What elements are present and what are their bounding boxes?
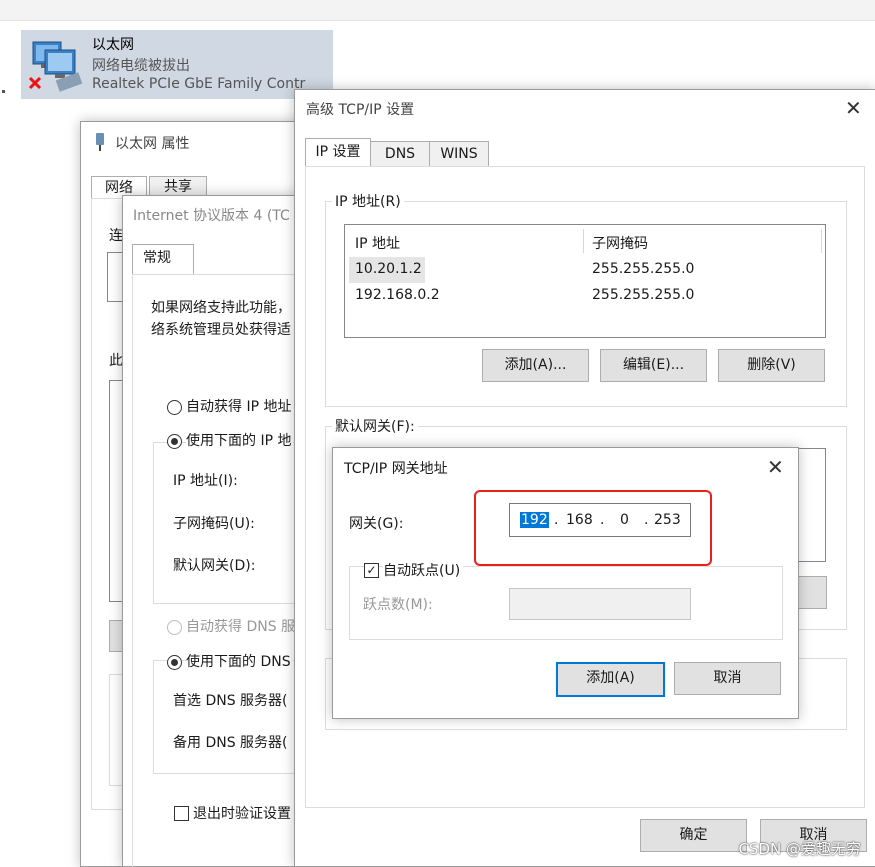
default-gateway-group-label: 默认网关(F): — [332, 416, 418, 436]
validate-on-exit-label: 退出时验证设置 — [193, 806, 291, 822]
ok-button[interactable]: 确定 — [640, 819, 747, 852]
delete-ip-button[interactable]: 删除(V) — [718, 349, 825, 382]
this-connection-label: 此 — [109, 353, 123, 369]
highlight-box — [474, 490, 712, 566]
ipv4-window-title: Internet 协议版本 4 (TC — [133, 208, 290, 224]
ipv4-properties-window: Internet 协议版本 4 (TC 常规 如果网络支持此功能， 络系统管理员… — [122, 195, 314, 867]
ipv4-desc-line2: 络系统管理员处获得适 — [151, 322, 291, 338]
use-ip-label: 使用下面的 IP 地 — [186, 430, 294, 450]
column-divider — [583, 229, 584, 253]
use-dns-label: 使用下面的 DNS — [186, 651, 293, 671]
alternate-dns-label: 备用 DNS 服务器( — [173, 735, 288, 751]
gateway-label: 网关(G): — [349, 516, 404, 532]
tab-ip-settings[interactable]: IP 设置 — [305, 138, 371, 167]
validate-on-exit-checkbox[interactable] — [174, 806, 189, 821]
top-bar — [0, 0, 875, 21]
tab-sharing[interactable]: 共享 — [149, 176, 207, 197]
network-adapter-tile[interactable]: 以太网 网络电缆被拔出 Realtek PCIe GbE Family Cont… — [21, 30, 333, 99]
column-header-ip[interactable]: IP 地址 — [355, 233, 400, 253]
row-mask: 255.255.255.0 — [592, 287, 695, 303]
ip-address-group-label: IP 地址(R) — [332, 191, 404, 211]
dns-group — [153, 660, 314, 774]
column-header-mask[interactable]: 子网掩码 — [592, 233, 648, 253]
add-ip-button[interactable]: 添加(A)... — [482, 349, 589, 382]
advanced-window-title: 高级 TCP/IP 设置 — [306, 102, 415, 118]
preferred-dns-label: 首选 DNS 服务器( — [173, 693, 288, 709]
network-properties-icon — [96, 133, 104, 151]
metric-input[interactable] — [509, 588, 691, 620]
tab-general[interactable]: 常规 — [132, 244, 194, 274]
auto-ip-radio[interactable] — [167, 400, 182, 415]
gateway-add-button[interactable]: 添加(A) — [556, 662, 665, 697]
gateway-dialog-title: TCP/IP 网关地址 — [344, 461, 448, 477]
close-icon[interactable]: ✕ — [767, 457, 784, 477]
tab-dns[interactable]: DNS — [370, 141, 430, 167]
gateway-address-dialog: TCP/IP 网关地址 ✕ 网关(G): 192 . 168 . 0 . 253… — [332, 447, 799, 719]
default-gateway-label: 默认网关(D): — [173, 558, 256, 574]
ip-address-label: IP 地址(I): — [173, 473, 238, 489]
subnet-mask-label: 子网掩码(U): — [173, 516, 255, 532]
auto-dns-label: 自动获得 DNS 服 — [186, 619, 296, 635]
column-divider — [821, 229, 822, 253]
edit-ip-button[interactable]: 编辑(E)... — [600, 349, 707, 382]
metric-label: 跃点数(M): — [363, 597, 433, 613]
auto-metric-checkbox[interactable]: ✓ — [364, 563, 379, 578]
auto-metric-label: 自动跃点(U) — [383, 560, 464, 580]
bullet-dot — [2, 90, 5, 93]
row-ip: 10.20.1.2 — [355, 261, 422, 277]
adapter-box — [107, 252, 123, 302]
ip-address-list[interactable]: IP 地址 子网掩码 10.20.1.2 255.255.255.0 192.1… — [344, 224, 826, 338]
ethernet-properties-title: 以太网 属性 — [115, 136, 190, 152]
close-icon[interactable]: ✕ — [845, 98, 862, 118]
tab-wins[interactable]: WINS — [429, 141, 489, 167]
connect-using-label: 连 — [109, 228, 123, 244]
watermark: CSDN @爱趣无穷 — [738, 840, 861, 858]
use-ip-radio[interactable] — [167, 434, 182, 449]
row-mask: 255.255.255.0 — [592, 261, 695, 277]
row-ip: 192.168.0.2 — [355, 287, 440, 303]
auto-ip-label: 自动获得 IP 地址 — [186, 399, 292, 415]
adapter-name: 以太网 — [92, 37, 134, 53]
ipv4-desc-line1: 如果网络支持此功能， — [151, 300, 291, 316]
use-dns-radio[interactable] — [167, 655, 182, 670]
auto-dns-radio[interactable] — [167, 620, 182, 635]
gateway-cancel-button[interactable]: 取消 — [674, 662, 781, 695]
ethernet-adapter-icon — [28, 41, 83, 92]
adapter-status: 网络电缆被拔出 — [92, 58, 190, 74]
